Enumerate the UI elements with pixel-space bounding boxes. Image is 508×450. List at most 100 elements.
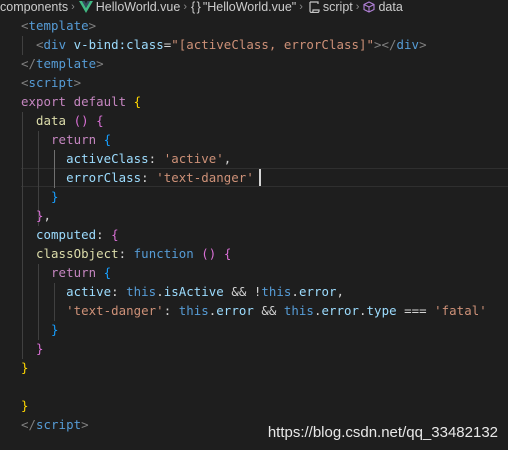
code-token: : — [96, 227, 112, 242]
vue-logo-icon — [78, 1, 93, 13]
code-token: : — [163, 303, 179, 318]
code-token: activeClass — [66, 151, 149, 166]
breadcrumb-item-file[interactable]: HelloWorld.vue — [78, 0, 180, 14]
code-line[interactable]: classObject: function () { — [21, 244, 231, 263]
code-token: < — [36, 37, 44, 52]
code-token: . — [359, 303, 367, 318]
script-icon — [307, 1, 320, 13]
code-token: > — [81, 417, 89, 432]
code-line[interactable]: } — [21, 396, 29, 415]
braces-icon: { } — [190, 0, 201, 14]
code-line[interactable]: errorClass: 'text-danger' — [21, 168, 254, 187]
code-token: () — [201, 246, 217, 261]
breadcrumb-separator: › — [355, 1, 360, 13]
code-token: { — [96, 113, 104, 128]
code-line[interactable]: </script> — [21, 415, 89, 434]
code-token: . — [156, 284, 164, 299]
code-token: ></ — [374, 37, 397, 52]
code-token: error — [321, 303, 360, 318]
code-line[interactable]: activeClass: 'active', — [21, 149, 231, 168]
code-token: isActive — [163, 284, 224, 299]
code-line[interactable]: } — [21, 358, 29, 377]
code-token: === — [396, 303, 435, 318]
code-token: < — [21, 18, 29, 33]
code-token: > — [96, 56, 104, 71]
code-token: return — [51, 265, 97, 280]
breadcrumb-item-components[interactable]: components — [0, 0, 68, 14]
breadcrumb-item-data[interactable]: data — [363, 0, 403, 14]
code-token: return — [51, 132, 97, 147]
code-line[interactable]: export default { — [21, 92, 141, 111]
code-token: } — [21, 398, 29, 413]
code-line[interactable]: active: this.isActive && !this.error, — [21, 282, 344, 301]
code-token: errorClass — [66, 170, 142, 185]
code-line[interactable]: } — [21, 339, 44, 358]
code-token: 'text-danger' — [66, 303, 164, 318]
code-token: > — [73, 75, 82, 90]
code-token: { — [103, 265, 112, 280]
code-line[interactable]: }, — [21, 206, 51, 225]
code-token: { — [223, 246, 232, 261]
code-token: data — [36, 113, 67, 128]
code-line[interactable]: </template> — [21, 54, 104, 73]
code-token: && ! — [223, 284, 262, 299]
code-token: "[activeClass, errorClass]" — [171, 37, 374, 52]
code-token: this — [178, 303, 209, 318]
breadcrumb-separator: › — [183, 1, 187, 13]
breadcrumb-item-script[interactable]: script — [307, 0, 353, 14]
code-token: export — [21, 94, 67, 109]
code-token: </ — [21, 417, 37, 432]
code-token: , — [223, 151, 232, 166]
code-token: error — [298, 284, 337, 299]
code-line[interactable]: } — [21, 320, 59, 339]
code-token: } — [51, 189, 59, 204]
code-token: classObject — [36, 246, 119, 261]
code-line[interactable]: <div v-bind:class="[activeClass, errorCl… — [21, 35, 427, 54]
code-line[interactable]: <script> — [21, 73, 81, 92]
breadcrumb-item-component[interactable]: { } "HelloWorld.vue" — [191, 0, 296, 14]
code-token: error — [216, 303, 254, 318]
code-token: , — [43, 208, 52, 223]
code-line[interactable]: data () { — [21, 111, 104, 130]
code-line[interactable]: return { — [21, 263, 111, 282]
code-token: </ — [21, 56, 37, 71]
code-line[interactable]: 'text-danger': this.error && this.error.… — [21, 301, 487, 320]
code-editor[interactable]: <template> <div v-bind:class="[activeCla… — [0, 16, 508, 450]
code-token: type — [366, 303, 397, 318]
code-token: default — [73, 94, 127, 109]
watermark: https://blog.csdn.net/qq_33482132 — [267, 424, 498, 441]
code-token: { — [133, 94, 142, 109]
code-token: } — [51, 322, 59, 337]
code-token: } — [36, 341, 44, 356]
breadcrumb-separator: › — [71, 1, 75, 13]
code-token: this — [261, 284, 292, 299]
code-token: template — [36, 56, 97, 71]
code-token: this — [126, 284, 157, 299]
code-token: : — [148, 151, 164, 166]
code-line[interactable]: } — [21, 187, 59, 206]
code-line[interactable]: return { — [21, 130, 111, 149]
cube-icon — [363, 1, 375, 13]
code-token: < — [21, 75, 29, 90]
code-token: && — [253, 303, 284, 318]
code-line[interactable]: computed: { — [21, 225, 119, 244]
breadcrumb-separator: › — [299, 1, 303, 13]
code-line[interactable]: <template> — [21, 16, 96, 35]
code-token: 'active' — [163, 151, 224, 166]
code-token: > — [88, 18, 97, 33]
code-token: 'text-danger' — [156, 170, 254, 185]
code-token: } — [36, 208, 44, 223]
